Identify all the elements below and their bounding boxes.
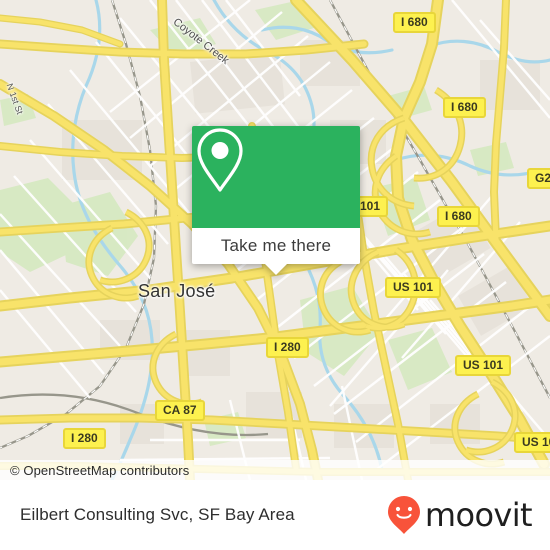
highway-shield-i280-center: I 280 [266,337,309,358]
highway-shield-i680-northeast: I 680 [443,97,486,118]
moovit-map-screenshot: San José Coyote Creek N 1st St I 680 I 68… [0,0,550,550]
moovit-pin-smile-icon [387,496,420,534]
highway-shield-g21: G21 [527,168,550,189]
highway-shield-us101-southeast: US 10 [514,432,550,453]
footer-bar: Eilbert Consulting Svc, SF Bay Area moov… [0,480,550,550]
highway-shield-i280-southwest: I 280 [63,428,106,449]
location-popup[interactable]: Take me there [192,126,360,275]
take-me-there-button[interactable]: Take me there [221,236,331,256]
highway-shield-us101-center: US 101 [385,277,442,298]
map-canvas[interactable]: San José Coyote Creek N 1st St I 680 I 68… [0,0,550,480]
highway-shield-ca87: CA 87 [155,400,205,421]
map-pin-icon [197,128,243,192]
highway-shield-i680-north: I 680 [393,12,436,33]
moovit-brand[interactable]: moovit [387,495,533,535]
place-title: Eilbert Consulting Svc, SF Bay Area [20,505,295,524]
moovit-wordmark: moovit [424,496,533,534]
osm-attribution[interactable]: © OpenStreetMap contributors [10,463,189,478]
map-label-city: San José [138,281,216,301]
highway-shield-i680-east: I 680 [437,206,480,227]
popup-header [192,126,360,228]
popup-tail-pointer [265,264,287,275]
highway-shield-us101-east: US 101 [455,355,512,376]
popup-action-bar[interactable]: Take me there [192,228,360,275]
attribution-band: © OpenStreetMap contributors [0,460,550,480]
